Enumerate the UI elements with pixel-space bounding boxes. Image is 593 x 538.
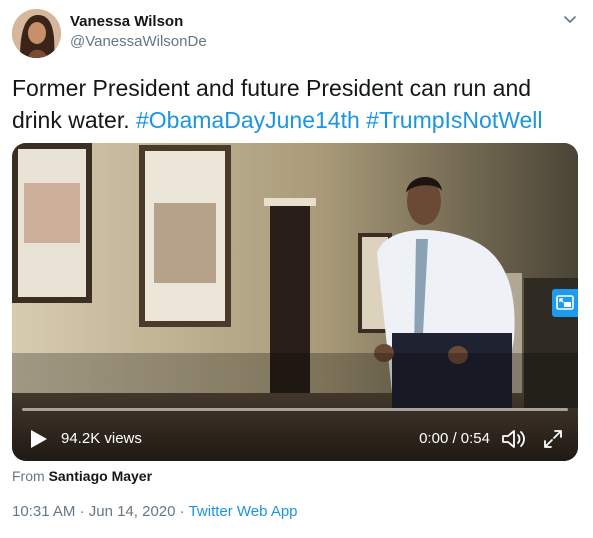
fullscreen-icon[interactable] — [542, 428, 564, 450]
avatar[interactable] — [12, 9, 61, 58]
attribution-prefix: From — [12, 468, 45, 484]
display-name[interactable]: Vanessa Wilson — [70, 13, 183, 30]
source-app-link[interactable]: Twitter Web App — [189, 503, 298, 520]
separator: · — [179, 503, 185, 520]
video-player[interactable]: 94.2K views 0:00 / 0:54 — [12, 143, 578, 461]
video-time: 0:00 / 0:54 — [419, 430, 490, 447]
chevron-down-icon[interactable] — [560, 12, 580, 28]
tweet-metadata: 10:31 AM · Jun 14, 2020 · Twitter Web Ap… — [12, 503, 298, 520]
view-count: 94.2K views — [61, 430, 142, 447]
hashtag-link[interactable]: #TrumpIsNotWell — [366, 107, 542, 133]
tweet-text: Former President and future President ca… — [12, 72, 580, 136]
video-progress-bar[interactable] — [22, 408, 568, 411]
video-frame — [12, 143, 578, 461]
separator: · — [79, 503, 85, 520]
avatar-image — [12, 9, 61, 58]
hashtag-link[interactable]: #ObamaDayJune14th — [136, 107, 360, 133]
user-handle[interactable]: @VanessaWilsonDe — [70, 33, 207, 50]
volume-icon[interactable] — [500, 426, 526, 452]
tweet-date[interactable]: Jun 14, 2020 — [89, 503, 176, 520]
tweet-time[interactable]: 10:31 AM — [12, 503, 75, 520]
video-attribution: From Santiago Mayer — [12, 468, 152, 484]
picture-in-picture-icon — [556, 295, 574, 310]
play-icon[interactable] — [26, 427, 50, 451]
attribution-name[interactable]: Santiago Mayer — [49, 468, 152, 484]
picture-in-picture-button[interactable] — [552, 289, 578, 317]
